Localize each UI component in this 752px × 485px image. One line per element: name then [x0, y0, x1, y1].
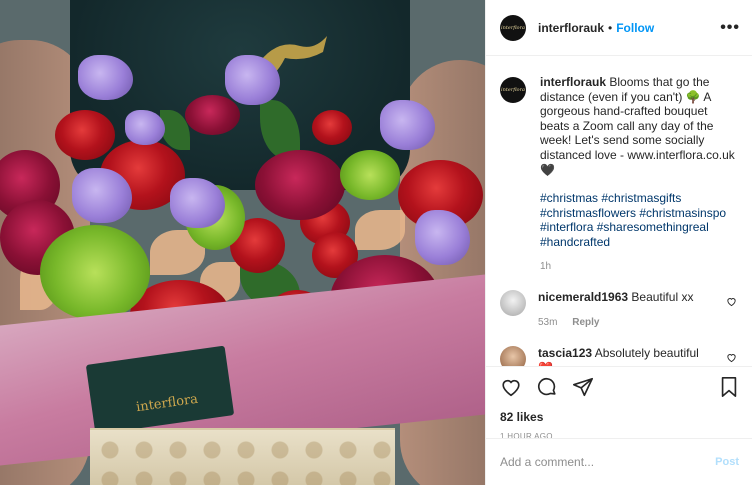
- caption-text: Blooms that go the distance (even if you…: [540, 75, 735, 177]
- copper-leaf: [355, 210, 405, 250]
- caption-time: 1h: [540, 260, 552, 272]
- separator-dot: •: [608, 20, 613, 35]
- caption-avatar[interactable]: interflora: [500, 77, 526, 103]
- red-rose: [55, 110, 115, 160]
- post-sidebar: interflora interflorauk • Follow ••• int…: [485, 0, 752, 485]
- comment-item: nicemerald1963 Beautiful xx 53m Reply: [500, 290, 739, 330]
- caption-body: interflorauk Blooms that go the distance…: [540, 75, 739, 274]
- likes-count[interactable]: 82 likes: [500, 410, 739, 424]
- comment-time: 53m: [538, 317, 558, 329]
- reply-button[interactable]: Reply: [572, 317, 599, 328]
- caption-username[interactable]: interflorauk: [540, 75, 606, 89]
- like-heart-icon[interactable]: [500, 376, 522, 398]
- share-paper-plane-icon[interactable]: [572, 376, 594, 398]
- comments-section[interactable]: interflora interflorauk Blooms that go t…: [486, 57, 752, 366]
- gerbera-flower: [255, 150, 345, 220]
- comment-like-heart-icon[interactable]: [726, 352, 737, 366]
- red-rose: [312, 110, 352, 145]
- post-actions: 82 likes 1 HOUR AGO: [486, 366, 752, 441]
- comment-avatar[interactable]: [500, 290, 526, 317]
- dark-red-flower: [185, 95, 240, 135]
- avatar[interactable]: interflora: [500, 14, 526, 41]
- username-link[interactable]: interflorauk: [538, 21, 604, 35]
- post-image[interactable]: interflora: [0, 0, 485, 485]
- comment-avatar[interactable]: [500, 346, 526, 366]
- hashtag-line[interactable]: #handcrafted: [540, 235, 739, 250]
- purple-clematis: [380, 100, 435, 150]
- post-header: interflora interflorauk • Follow •••: [486, 0, 752, 56]
- add-comment-input[interactable]: [500, 455, 716, 469]
- post-comment-button[interactable]: Post: [715, 456, 739, 468]
- comment-body: tascia123 Absolutely beautiful❤️ ❤️: [538, 346, 713, 366]
- hashtag-line[interactable]: #christmasflowers #christmasinspo: [540, 206, 739, 221]
- comment-like-heart-icon[interactable]: [726, 296, 737, 310]
- comment-meta: 53m Reply: [538, 315, 713, 330]
- avatar-text: interflora: [501, 24, 525, 31]
- follow-button[interactable]: Follow: [616, 21, 654, 35]
- more-options-icon[interactable]: •••: [720, 19, 740, 37]
- comment-item: tascia123 Absolutely beautiful❤️ ❤️: [500, 346, 739, 366]
- gift-box: [90, 428, 395, 485]
- comment-body: nicemerald1963 Beautiful xx 53m Reply: [538, 290, 713, 330]
- add-comment-bar: Post: [486, 438, 752, 485]
- comment-text: Beautiful xx: [631, 290, 694, 305]
- green-chrysanthemum: [340, 150, 400, 200]
- purple-clematis: [78, 55, 133, 100]
- avatar-text: interflora: [501, 87, 525, 93]
- post-caption: interflora interflorauk Blooms that go t…: [500, 75, 739, 274]
- comment-username[interactable]: tascia123: [538, 346, 592, 360]
- purple-clematis: [170, 178, 225, 228]
- action-icons: [500, 375, 739, 399]
- green-chrysanthemum: [40, 225, 150, 320]
- comment-username[interactable]: nicemerald1963: [538, 290, 628, 304]
- bookmark-icon[interactable]: [719, 376, 739, 398]
- purple-clematis: [125, 110, 165, 145]
- hashtag-line[interactable]: #christmas #christmasgifts: [540, 191, 739, 206]
- hashtags: #christmas #christmasgifts #christmasflo…: [540, 191, 739, 249]
- comment-bubble-icon[interactable]: [536, 376, 558, 398]
- purple-clematis: [225, 55, 280, 105]
- hashtag-line[interactable]: #interflora #sharesomethingreal: [540, 220, 739, 235]
